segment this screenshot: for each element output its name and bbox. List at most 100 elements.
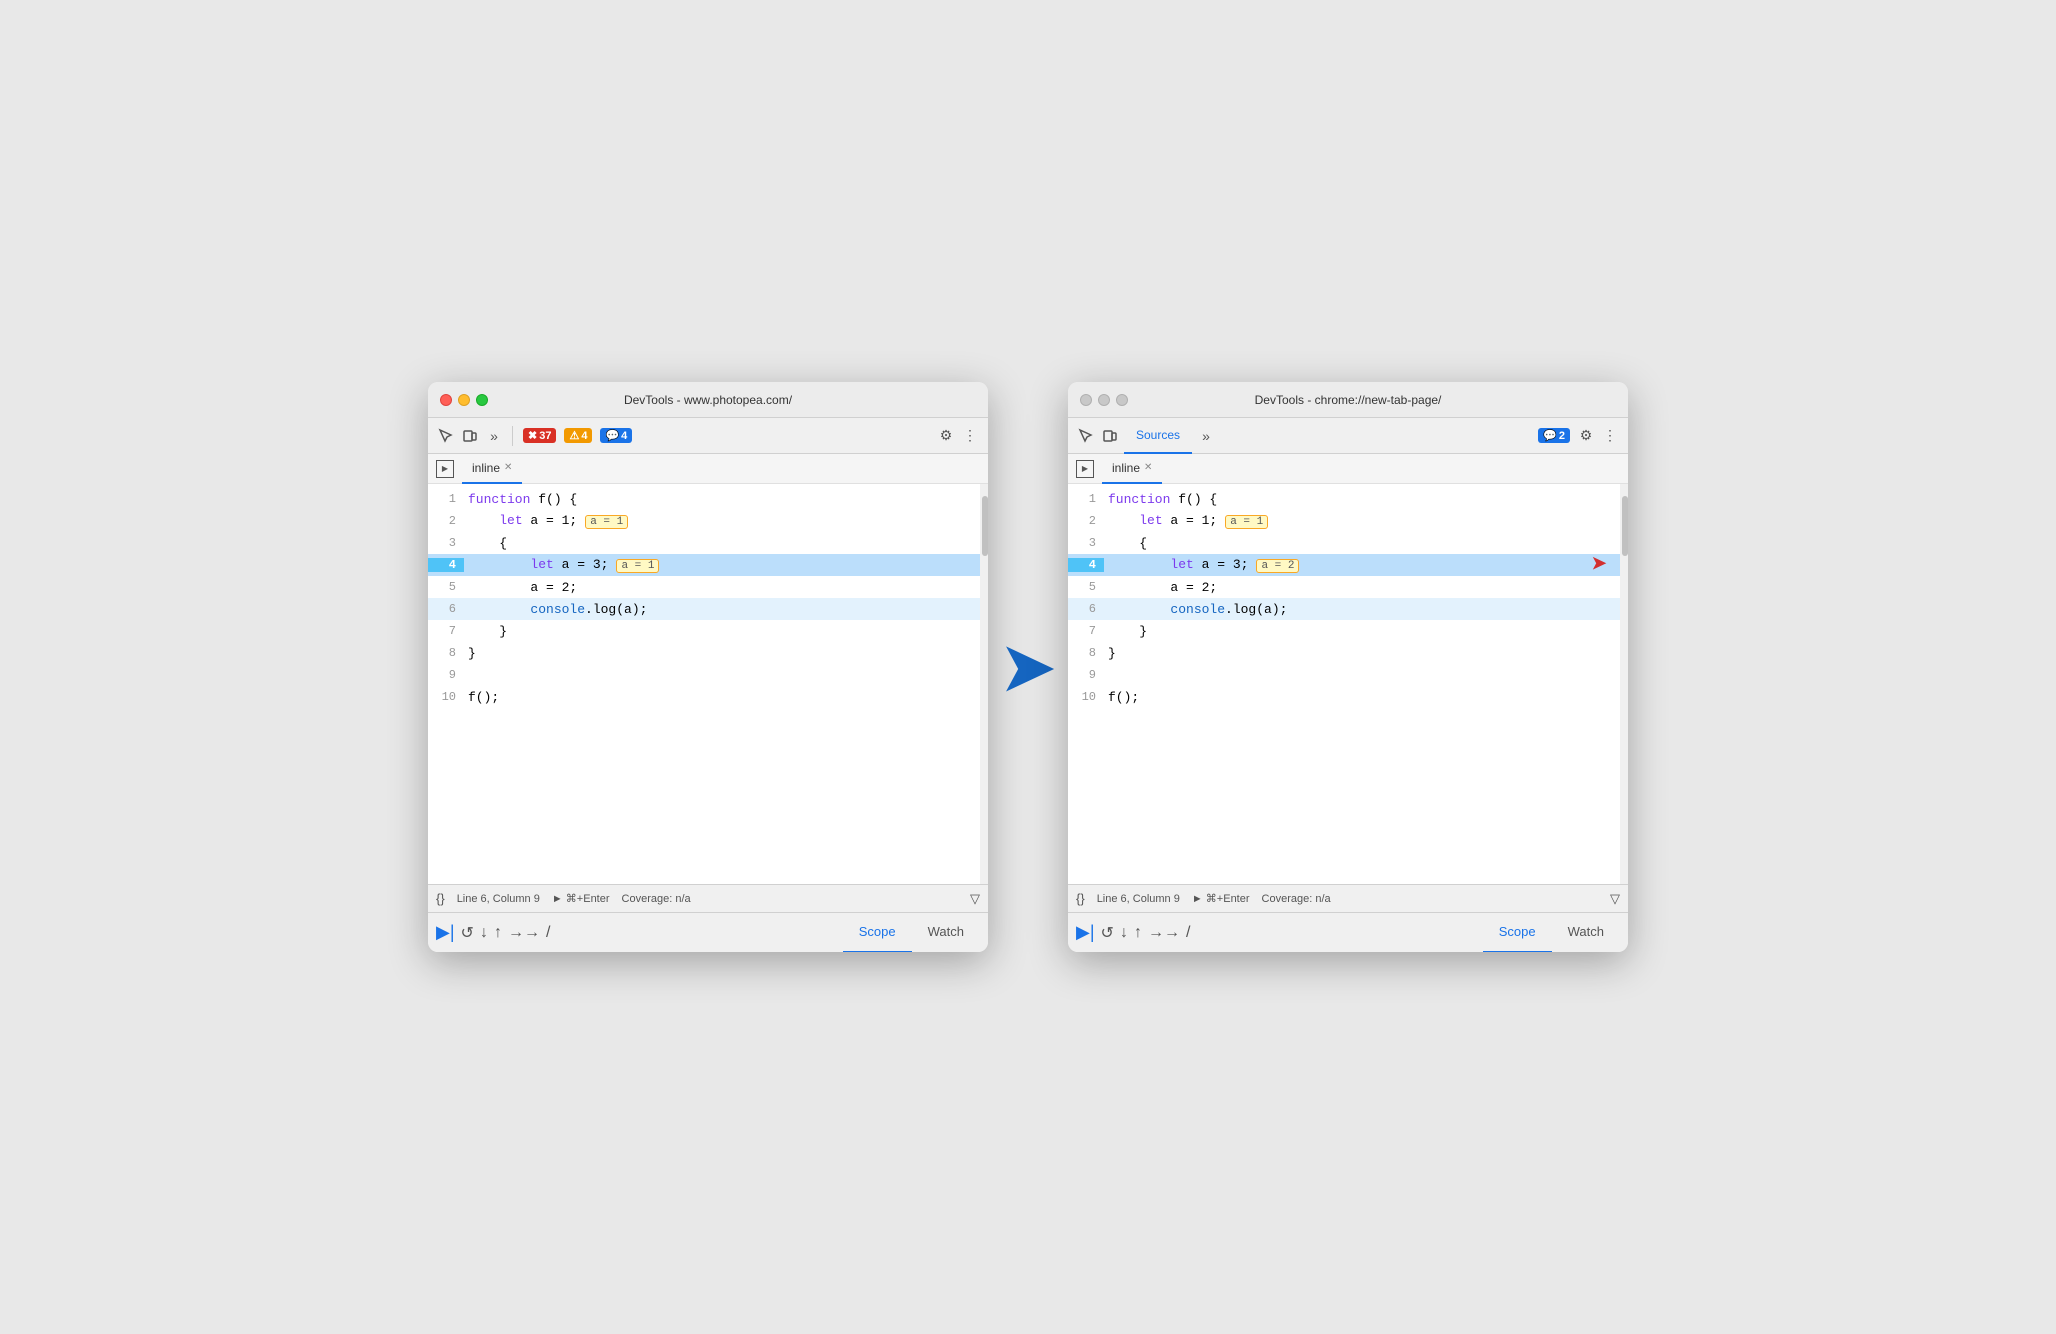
left-line-num-10: 10	[428, 690, 464, 704]
left-line-num-7: 7	[428, 624, 464, 638]
error-badge[interactable]: ✖ 37	[523, 428, 556, 443]
left-editor-wrapper: 1 function f() { 2 let a = 1;a = 1 3 { 4	[428, 484, 988, 884]
info-badge[interactable]: 💬 4	[600, 428, 632, 443]
left-inline-tab[interactable]: inline ✕	[462, 454, 522, 484]
inspect-icon[interactable]	[436, 426, 456, 446]
warning-icon: ⚠	[569, 429, 579, 442]
left-resume-icon[interactable]: ▶|	[436, 922, 455, 943]
warning-badge[interactable]: ⚠ 4	[564, 428, 592, 443]
right-line-content-7: }	[1104, 624, 1628, 639]
right-line-1: 1 function f() {	[1068, 488, 1628, 510]
left-line-4: 4 let a = 3;a = 1	[428, 554, 988, 576]
error-icon: ✖	[528, 429, 537, 442]
right-scrollbar-thumb[interactable]	[1622, 496, 1628, 556]
right-line-num-10: 10	[1068, 690, 1104, 704]
right-traffic-lights	[1080, 394, 1128, 406]
right-settings-icon[interactable]: ⚙	[1576, 426, 1596, 446]
left-status-bar: {} Line 6, Column 9 ► ⌘+Enter Coverage: …	[428, 884, 988, 912]
left-step-icon[interactable]: →→	[508, 924, 540, 942]
right-devtools-toolbar: Sources » 💬 2 ⚙ ⋮	[1068, 418, 1628, 454]
right-value-4: a = 2	[1256, 559, 1299, 573]
right-step-into-icon[interactable]: ↓	[1120, 924, 1128, 942]
arrow-container: ➤	[988, 630, 1068, 705]
right-scrollbar[interactable]	[1620, 484, 1628, 884]
right-line-num-8: 8	[1068, 646, 1104, 660]
right-editor-tabs-bar: ▶ inline ✕	[1068, 454, 1628, 484]
right-line-6: 6 console.log(a);	[1068, 598, 1628, 620]
left-value-4: a = 1	[616, 559, 659, 573]
left-line-content-3: {	[464, 536, 988, 551]
right-title-bar: DevTools - chrome://new-tab-page/	[1068, 382, 1628, 418]
right-maximize-button[interactable]	[1116, 394, 1128, 406]
right-line-content-4: let a = 3;a = 2	[1104, 557, 1628, 573]
right-line-content-1: function f() {	[1104, 492, 1628, 507]
left-line-3: 3 {	[428, 532, 988, 554]
right-inline-tab[interactable]: inline ✕	[1102, 454, 1162, 484]
left-scope-tab[interactable]: Scope	[843, 913, 912, 953]
left-line-num-3: 3	[428, 536, 464, 550]
left-step-over-icon[interactable]: ↺	[461, 923, 474, 943]
left-watch-tab[interactable]: Watch	[912, 913, 980, 953]
right-devtools-window: DevTools - chrome://new-tab-page/ Source…	[1068, 382, 1628, 952]
right-more-options-icon[interactable]: ⋮	[1600, 426, 1620, 446]
right-deactivate-icon[interactable]: /	[1186, 924, 1190, 942]
maximize-button[interactable]	[476, 394, 488, 406]
run-icon[interactable]: ▶	[436, 460, 454, 478]
close-button[interactable]	[440, 394, 452, 406]
left-code-editor[interactable]: 1 function f() { 2 let a = 1;a = 1 3 { 4	[428, 484, 988, 884]
left-step-out-icon[interactable]: ↑	[494, 924, 502, 942]
left-format-icon[interactable]: {}	[436, 891, 445, 906]
left-value-2: a = 1	[585, 515, 628, 529]
right-run-icon[interactable]: ▶	[1076, 460, 1094, 478]
right-scope-tab[interactable]: Scope	[1483, 913, 1552, 953]
left-traffic-lights	[440, 394, 488, 406]
right-step-out-icon[interactable]: ↑	[1134, 924, 1142, 942]
left-line-content-8: }	[464, 646, 988, 661]
right-code-editor[interactable]: 1 function f() { 2 let a = 1;a = 1 3 { 4	[1068, 484, 1628, 884]
right-resume-icon[interactable]: ▶|	[1076, 922, 1095, 943]
left-line-9: 9	[428, 664, 988, 686]
left-line-content-1: function f() {	[464, 492, 988, 507]
right-inspect-icon[interactable]	[1076, 426, 1096, 446]
settings-icon[interactable]: ⚙	[936, 426, 956, 446]
right-step-over-icon[interactable]: ↺	[1101, 923, 1114, 943]
left-code-lines: 1 function f() { 2 let a = 1;a = 1 3 { 4	[428, 484, 988, 712]
right-format-icon[interactable]: {}	[1076, 891, 1085, 906]
left-line-content-6: console.log(a);	[464, 602, 988, 617]
right-window-title: DevTools - chrome://new-tab-page/	[1255, 393, 1442, 407]
right-line-2: 2 let a = 1;a = 1	[1068, 510, 1628, 532]
right-scroll-icon[interactable]: ▽	[1610, 891, 1620, 907]
right-tab-close-icon[interactable]: ✕	[1144, 462, 1152, 473]
right-minimize-button[interactable]	[1098, 394, 1110, 406]
left-scroll-icon[interactable]: ▽	[970, 891, 980, 907]
right-line-7: 7 }	[1068, 620, 1628, 642]
right-run-cmd[interactable]: ► ⌘+Enter	[1192, 892, 1250, 905]
more-options-icon[interactable]: ⋮	[960, 426, 980, 446]
left-scrollbar[interactable]	[980, 484, 988, 884]
minimize-button[interactable]	[458, 394, 470, 406]
right-line-num-6: 6	[1068, 602, 1104, 616]
right-more-tabs-icon[interactable]: »	[1196, 426, 1216, 446]
right-sources-tab[interactable]: Sources	[1124, 418, 1192, 454]
right-step-icon[interactable]: →→	[1148, 924, 1180, 942]
right-chat-count: 2	[1559, 430, 1565, 442]
right-chat-badge[interactable]: 💬 2	[1538, 428, 1570, 443]
left-line-10: 10 f();	[428, 686, 988, 708]
left-deactivate-icon[interactable]: /	[546, 924, 550, 942]
left-scrollbar-thumb[interactable]	[982, 496, 988, 556]
left-line-2: 2 let a = 1;a = 1	[428, 510, 988, 532]
left-line-content-7: }	[464, 624, 988, 639]
right-device-icon[interactable]	[1100, 426, 1120, 446]
right-watch-tab[interactable]: Watch	[1552, 913, 1620, 953]
left-step-into-icon[interactable]: ↓	[480, 924, 488, 942]
left-run-cmd[interactable]: ► ⌘+Enter	[552, 892, 610, 905]
device-icon[interactable]	[460, 426, 480, 446]
left-tab-close-icon[interactable]: ✕	[504, 462, 512, 473]
left-tab-label: inline	[472, 461, 500, 475]
left-line-num-4: 4	[428, 558, 464, 572]
more-tabs-icon[interactable]: »	[484, 426, 504, 446]
right-line-content-2: let a = 1;a = 1	[1104, 513, 1628, 529]
right-close-button[interactable]	[1080, 394, 1092, 406]
right-bottom-tab-bar: Scope Watch	[1483, 913, 1620, 953]
left-devtools-toolbar: » ✖ 37 ⚠ 4 💬 4 ⚙ ⋮	[428, 418, 988, 454]
